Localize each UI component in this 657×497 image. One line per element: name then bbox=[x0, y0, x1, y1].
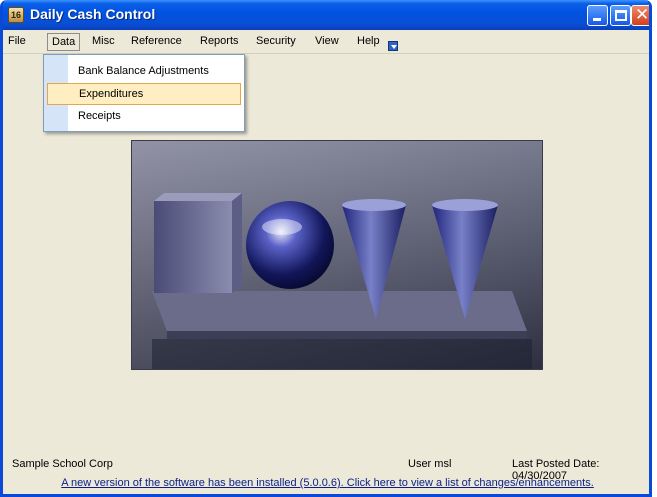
menu-chevron-icon[interactable] bbox=[388, 41, 398, 51]
close-button[interactable]: ✕ bbox=[631, 5, 650, 26]
app-icon[interactable]: 16 bbox=[8, 7, 24, 23]
status-bar: Sample School Corp User msl Last Posted … bbox=[3, 455, 649, 482]
window-title: Daily Cash Control bbox=[30, 6, 156, 22]
maximize-button[interactable] bbox=[610, 5, 631, 26]
menu-reference[interactable]: Reference bbox=[131, 35, 182, 47]
menu-item-receipts[interactable]: Receipts bbox=[47, 106, 241, 128]
minimize-button[interactable] bbox=[587, 5, 608, 26]
update-notice-link[interactable]: A new version of the software has been i… bbox=[3, 473, 649, 494]
menu-view[interactable]: View bbox=[315, 35, 339, 47]
menu-help[interactable]: Help bbox=[357, 35, 380, 47]
status-organization: Sample School Corp bbox=[12, 458, 113, 470]
close-icon: ✕ bbox=[635, 5, 650, 25]
app-window: 16 Daily Cash Control ✕ File Data Misc R… bbox=[0, 0, 652, 497]
menu-item-expenditures[interactable]: Expenditures bbox=[47, 83, 241, 105]
menu-bar: File Data Misc Reference Reports Securit… bbox=[3, 30, 649, 54]
status-user: User msl bbox=[408, 458, 452, 470]
data-menu-dropdown: Bank Balance Adjustments Expenditures Re… bbox=[43, 54, 245, 132]
menu-data[interactable]: Data bbox=[47, 33, 81, 51]
menu-file[interactable]: File bbox=[8, 35, 26, 47]
menu-misc[interactable]: Misc bbox=[92, 35, 115, 47]
minimize-icon bbox=[593, 18, 601, 21]
menu-security[interactable]: Security bbox=[256, 35, 296, 47]
splash-artwork bbox=[131, 140, 543, 370]
maximize-icon bbox=[615, 10, 627, 21]
splash-image bbox=[132, 141, 542, 369]
title-bar[interactable]: 16 Daily Cash Control ✕ bbox=[3, 0, 650, 30]
menu-item-bank-balance-adjustments[interactable]: Bank Balance Adjustments bbox=[47, 61, 241, 83]
menu-reports[interactable]: Reports bbox=[200, 35, 239, 47]
